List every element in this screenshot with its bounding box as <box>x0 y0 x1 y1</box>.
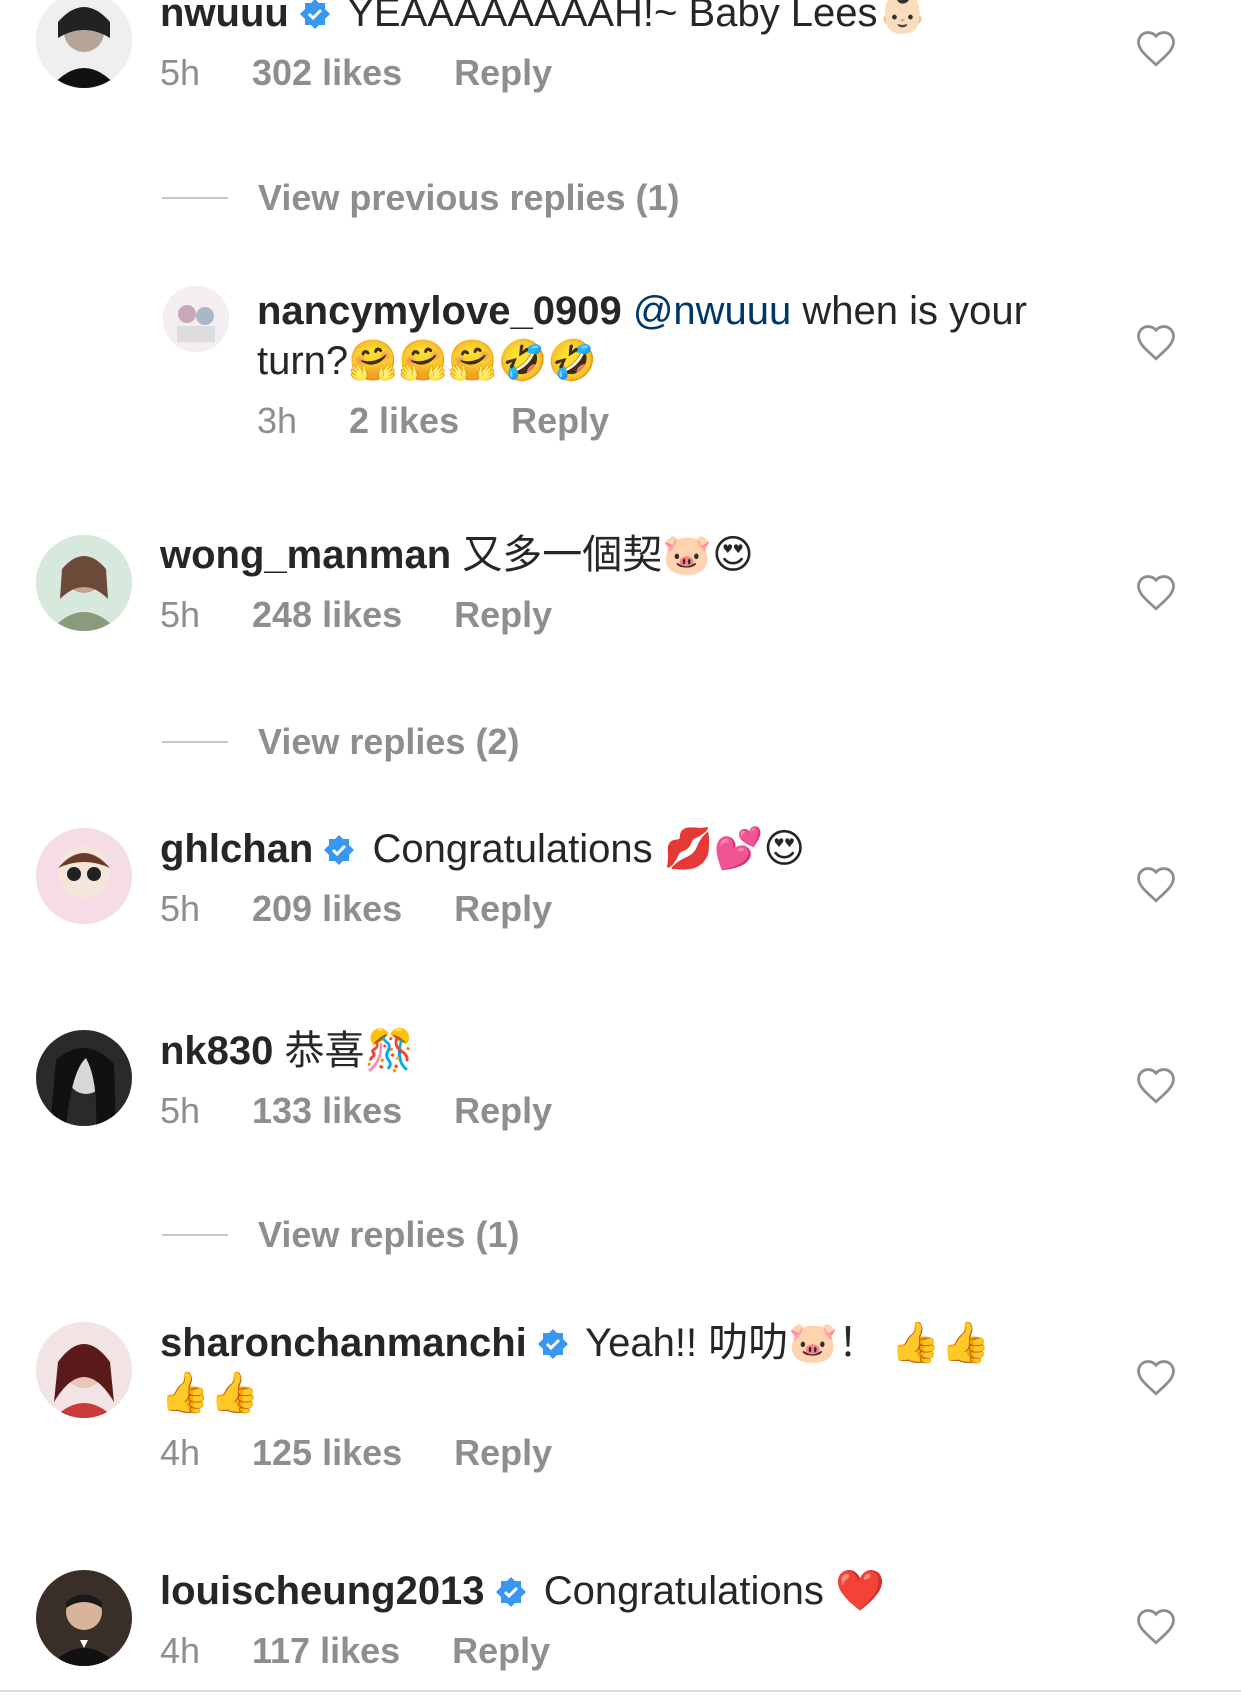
avatar[interactable] <box>36 1030 132 1126</box>
comment-username[interactable]: ghlchan <box>160 827 313 871</box>
comment-likes[interactable]: 209 likes <box>252 888 402 930</box>
avatar[interactable] <box>163 286 229 352</box>
reply-button[interactable]: Reply <box>454 52 552 94</box>
comment-emoji: ❤️ <box>835 1568 885 1614</box>
comment-likes[interactable]: 248 likes <box>252 594 402 636</box>
view-replies-label: View replies (1) <box>258 1214 520 1255</box>
verified-badge-icon <box>495 1576 527 1608</box>
comment-likes[interactable]: 2 likes <box>349 400 459 442</box>
avatar[interactable] <box>36 1570 132 1666</box>
comment-username[interactable]: louischeung2013 <box>160 1569 485 1613</box>
like-heart-icon[interactable] <box>1135 1065 1177 1107</box>
comment-time: 5h <box>160 888 201 929</box>
reply-button[interactable]: Reply <box>511 400 609 442</box>
comment-username[interactable]: nancymylove_0909 <box>257 289 622 333</box>
comment-text: 恭喜 <box>284 1029 365 1073</box>
avatar[interactable] <box>36 828 132 924</box>
like-heart-icon[interactable] <box>1135 28 1177 70</box>
view-replies-button[interactable]: View replies (2) <box>162 721 520 762</box>
verified-badge-icon <box>537 1328 569 1360</box>
like-heart-icon[interactable] <box>1135 1357 1177 1399</box>
comment-time: 4h <box>160 1432 201 1473</box>
view-replies-button[interactable]: View replies (1) <box>162 1214 520 1255</box>
divider-line <box>162 741 228 743</box>
comment-time: 4h <box>160 1630 201 1671</box>
comment-time: 5h <box>160 52 201 93</box>
comment-text: Congratulations <box>543 1569 824 1613</box>
divider-line <box>162 197 228 199</box>
comment-username[interactable]: wong_manman <box>160 533 451 577</box>
avatar[interactable] <box>36 1322 132 1418</box>
comment-time: 5h <box>160 1090 201 1131</box>
comment-time: 5h <box>160 594 201 635</box>
divider-line <box>162 1234 228 1236</box>
verified-badge-icon <box>323 834 355 866</box>
bottom-divider <box>0 1690 1241 1692</box>
comment-emoji: 🤗🤗🤗🤣🤣 <box>348 338 598 384</box>
comment-likes[interactable]: 117 likes <box>252 1630 400 1672</box>
reply-button[interactable]: Reply <box>454 1432 552 1474</box>
comment-emoji: 🎊 <box>364 1028 415 1074</box>
comment-likes[interactable]: 302 likes <box>252 52 402 94</box>
comment-likes[interactable]: 133 likes <box>252 1090 402 1132</box>
reply-button[interactable]: Reply <box>454 888 552 930</box>
reply-button[interactable]: Reply <box>454 1090 552 1132</box>
avatar[interactable] <box>36 0 132 88</box>
verified-badge-icon <box>299 0 331 30</box>
like-heart-icon[interactable] <box>1135 1606 1177 1648</box>
reply-button[interactable]: Reply <box>452 1630 550 1672</box>
comment-emoji: 💋💕😍 <box>663 826 806 872</box>
comment-text: Yeah!! 叻叻 <box>585 1321 789 1365</box>
avatar[interactable] <box>36 535 132 631</box>
comment-text: 又多一個契 <box>462 533 663 577</box>
comment-text: YEAAAAAAAAH!~ Baby Lees <box>347 0 878 35</box>
like-heart-icon[interactable] <box>1135 572 1177 614</box>
comment-time: 3h <box>257 400 298 441</box>
mention-link[interactable]: @nwuuu <box>633 289 791 333</box>
comment-emoji: 👶🏻 <box>877 0 928 36</box>
view-replies-label: View replies (2) <box>258 721 520 762</box>
comment-username[interactable]: nwuuu <box>160 0 289 35</box>
comment-username[interactable]: sharonchanmanchi <box>160 1321 527 1365</box>
comment-likes[interactable]: 125 likes <box>252 1432 402 1474</box>
comment-username[interactable]: nk830 <box>160 1029 273 1073</box>
comment-emoji: 🐷😍 <box>662 532 754 578</box>
view-replies-label: View previous replies (1) <box>258 177 680 218</box>
view-replies-button[interactable]: View previous replies (1) <box>162 177 680 218</box>
comment-text: Congratulations <box>372 827 653 871</box>
like-heart-icon[interactable] <box>1135 322 1177 364</box>
reply-button[interactable]: Reply <box>454 594 552 636</box>
like-heart-icon[interactable] <box>1135 864 1177 906</box>
